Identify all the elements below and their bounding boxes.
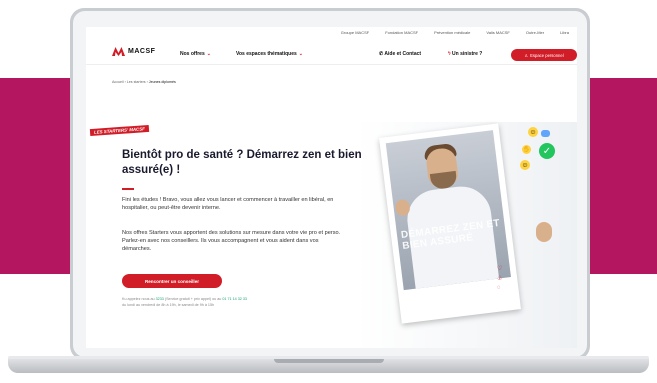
title-divider: [122, 188, 134, 190]
top-link-fondation[interactable]: Fondation MACSF: [385, 30, 418, 35]
chat-icon: [541, 130, 550, 137]
comment-icon[interactable]: ♡: [497, 265, 502, 272]
top-link-outremer[interactable]: Outre-Mer: [526, 30, 544, 35]
nav-claim[interactable]: ϟ Un sinistre ?: [448, 51, 482, 57]
nav-espaces[interactable]: Vos espaces thématiques ⌄: [236, 51, 303, 57]
contact-info: Ku appelez nous au 3233 (Service gratuit…: [122, 297, 247, 307]
phone-number-1[interactable]: 3233: [156, 297, 164, 301]
nav-offres[interactable]: Nos offres ⌄: [180, 51, 211, 57]
breadcrumb-home[interactable]: Accueil: [112, 80, 124, 84]
check-icon: ✓: [539, 143, 555, 159]
chevron-down-icon: ⌄: [206, 51, 211, 57]
main-nav: MACSF Nos offres ⌄ Vos espaces thématique…: [86, 37, 577, 65]
laptop-notch: [274, 359, 384, 363]
breadcrumb-starters[interactable]: Les starters: [127, 80, 146, 84]
phone-number-2[interactable]: 01 71 14 32 33: [222, 297, 247, 301]
macsf-logo-icon: [112, 47, 125, 56]
top-link-valis[interactable]: Valis MACSF: [486, 30, 509, 35]
emoji-icon: ☺: [528, 127, 538, 137]
top-link-groupe[interactable]: Groupe MACSF: [341, 30, 369, 35]
intro-paragraph: Fini les études ! Bravo, vous allez vous…: [122, 197, 334, 211]
doctor-photo: DÉMARREZ ZEN ET BIEN ASSURÉ: [385, 130, 511, 291]
like-icon[interactable]: ♧: [497, 275, 502, 282]
website-screen: Groupe MACSF Fondation MACSF Prévention …: [86, 27, 577, 348]
macsf-logo[interactable]: MACSF: [112, 46, 155, 56]
right-hand-zen: [536, 222, 552, 242]
page-title: Bientôt pro de santé ? Démarrez zen et b…: [122, 149, 362, 176]
chevron-down-icon: ⌄: [298, 51, 303, 57]
breadcrumb-current: Jeunes diplomés: [148, 80, 176, 84]
social-icons: ♡ ♧ ◌: [497, 265, 502, 291]
top-link-libra[interactable]: Libra: [560, 30, 569, 35]
polaroid-photo: DÉMARREZ ZEN ET BIEN ASSURÉ: [379, 123, 521, 324]
account-button[interactable]: ♙ Espace personnel: [511, 49, 577, 61]
hand-icon: ✋: [522, 145, 531, 154]
top-link-prevention[interactable]: Prévention médicale: [434, 30, 470, 35]
top-links-bar: Groupe MACSF Fondation MACSF Prévention …: [86, 27, 577, 37]
breadcrumb: Accueil › Les starters › Jeunes diplomés: [112, 80, 176, 84]
user-icon: ♙: [524, 52, 529, 58]
emoji-icon: ☺: [520, 160, 530, 170]
meet-advisor-button[interactable]: Rencontrer un conseiller: [122, 274, 222, 288]
chat-icon[interactable]: ◌: [497, 285, 502, 291]
offer-paragraph: Nos offres Starters vous apportent des s…: [122, 230, 341, 252]
nav-help[interactable]: ✆ Aide et Contact: [379, 51, 421, 57]
